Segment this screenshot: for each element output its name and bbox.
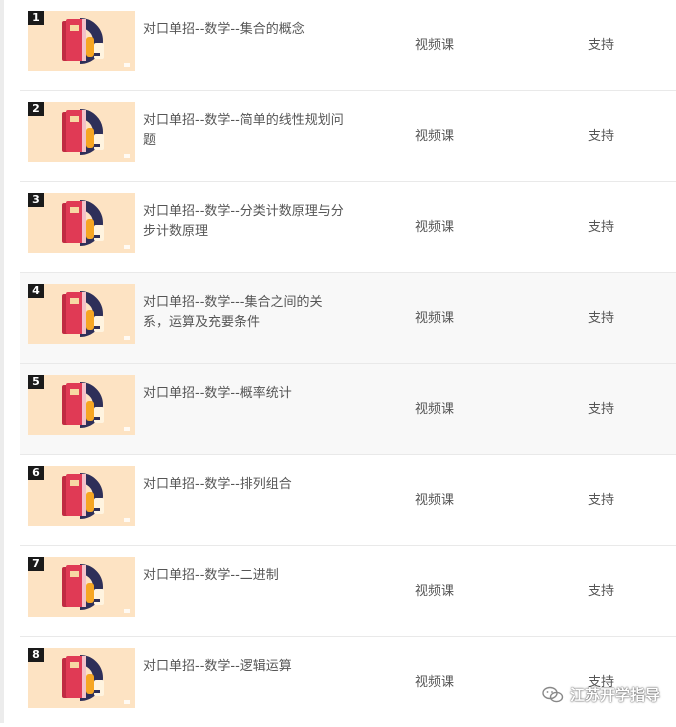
support-status: 支持 [588, 38, 615, 53]
row-number-badge: 4 [28, 284, 44, 298]
support-status: 支持 [588, 584, 615, 599]
course-type: 视频课 [415, 311, 455, 326]
course-type: 视频课 [415, 584, 455, 599]
course-thumbnail[interactable]: 3 [28, 193, 135, 253]
course-title[interactable]: 对口单招--数学--排列组合 [143, 475, 348, 495]
watermark: 江苏开学指导 [542, 684, 660, 705]
course-row-1[interactable]: 1 对口单招--数学--集合的概念 视频课 支持 [20, 0, 676, 91]
book-illustration-icon [62, 564, 130, 613]
course-thumbnail[interactable]: 8 [28, 648, 135, 708]
book-illustration-icon [62, 382, 130, 431]
book-illustration-icon [62, 18, 130, 67]
support-status: 支持 [588, 129, 615, 144]
course-type: 视频课 [415, 38, 455, 53]
course-title[interactable]: 对口单招--数学--简单的线性规划问题 [143, 111, 348, 151]
course-type: 视频课 [415, 220, 455, 235]
course-type: 视频课 [415, 402, 455, 417]
book-illustration-icon [62, 655, 130, 704]
book-illustration-icon [62, 291, 130, 340]
watermark-text: 江苏开学指导 [569, 686, 660, 704]
course-title[interactable]: 对口单招--数学--概率统计 [143, 384, 348, 404]
course-thumbnail[interactable]: 7 [28, 557, 135, 617]
course-thumbnail[interactable]: 6 [28, 466, 135, 526]
course-thumbnail[interactable]: 1 [28, 11, 135, 71]
course-row-6[interactable]: 6 对口单招--数学--排列组合 视频课 支持 [20, 455, 676, 546]
course-title[interactable]: 对口单招--数学--逻辑运算 [143, 657, 348, 677]
course-title[interactable]: 对口单招--数学---集合之间的关系，运算及充要条件 [143, 293, 348, 333]
row-number-badge: 5 [28, 375, 44, 389]
course-type: 视频课 [415, 493, 455, 508]
row-number-badge: 2 [28, 102, 44, 116]
course-list: 1 对口单招--数学--集合的概念 视频课 支持 2 对口单招--数学--简单的… [20, 0, 676, 727]
course-row-2[interactable]: 2 对口单招--数学--简单的线性规划问题 视频课 支持 [20, 91, 676, 182]
support-status: 支持 [588, 220, 615, 235]
row-number-badge: 8 [28, 648, 44, 662]
course-thumbnail[interactable]: 4 [28, 284, 135, 344]
course-row-3[interactable]: 3 对口单招--数学--分类计数原理与分步计数原理 视频课 支持 [20, 182, 676, 273]
support-status: 支持 [588, 493, 615, 508]
course-thumbnail[interactable]: 5 [28, 375, 135, 435]
course-thumbnail[interactable]: 2 [28, 102, 135, 162]
course-title[interactable]: 对口单招--数学--二进制 [143, 566, 348, 586]
left-divider [0, 0, 4, 723]
course-row-8[interactable]: 8 对口单招--数学--逻辑运算 视频课 支持 [20, 637, 676, 727]
row-number-badge: 6 [28, 466, 44, 480]
wechat-icon [542, 686, 564, 702]
course-row-4[interactable]: 4 对口单招--数学---集合之间的关系，运算及充要条件 视频课 支持 [20, 273, 676, 364]
course-type: 视频课 [415, 675, 455, 690]
row-number-badge: 7 [28, 557, 44, 571]
row-number-badge: 3 [28, 193, 44, 207]
book-illustration-icon [62, 200, 130, 249]
course-row-7[interactable]: 7 对口单招--数学--二进制 视频课 支持 [20, 546, 676, 637]
support-status: 支持 [588, 311, 615, 326]
book-illustration-icon [62, 473, 130, 522]
course-type: 视频课 [415, 129, 455, 144]
book-illustration-icon [62, 109, 130, 158]
support-status: 支持 [588, 402, 615, 417]
row-number-badge: 1 [28, 11, 44, 25]
course-title[interactable]: 对口单招--数学--分类计数原理与分步计数原理 [143, 202, 348, 242]
course-title[interactable]: 对口单招--数学--集合的概念 [143, 20, 348, 40]
course-row-5[interactable]: 5 对口单招--数学--概率统计 视频课 支持 [20, 364, 676, 455]
